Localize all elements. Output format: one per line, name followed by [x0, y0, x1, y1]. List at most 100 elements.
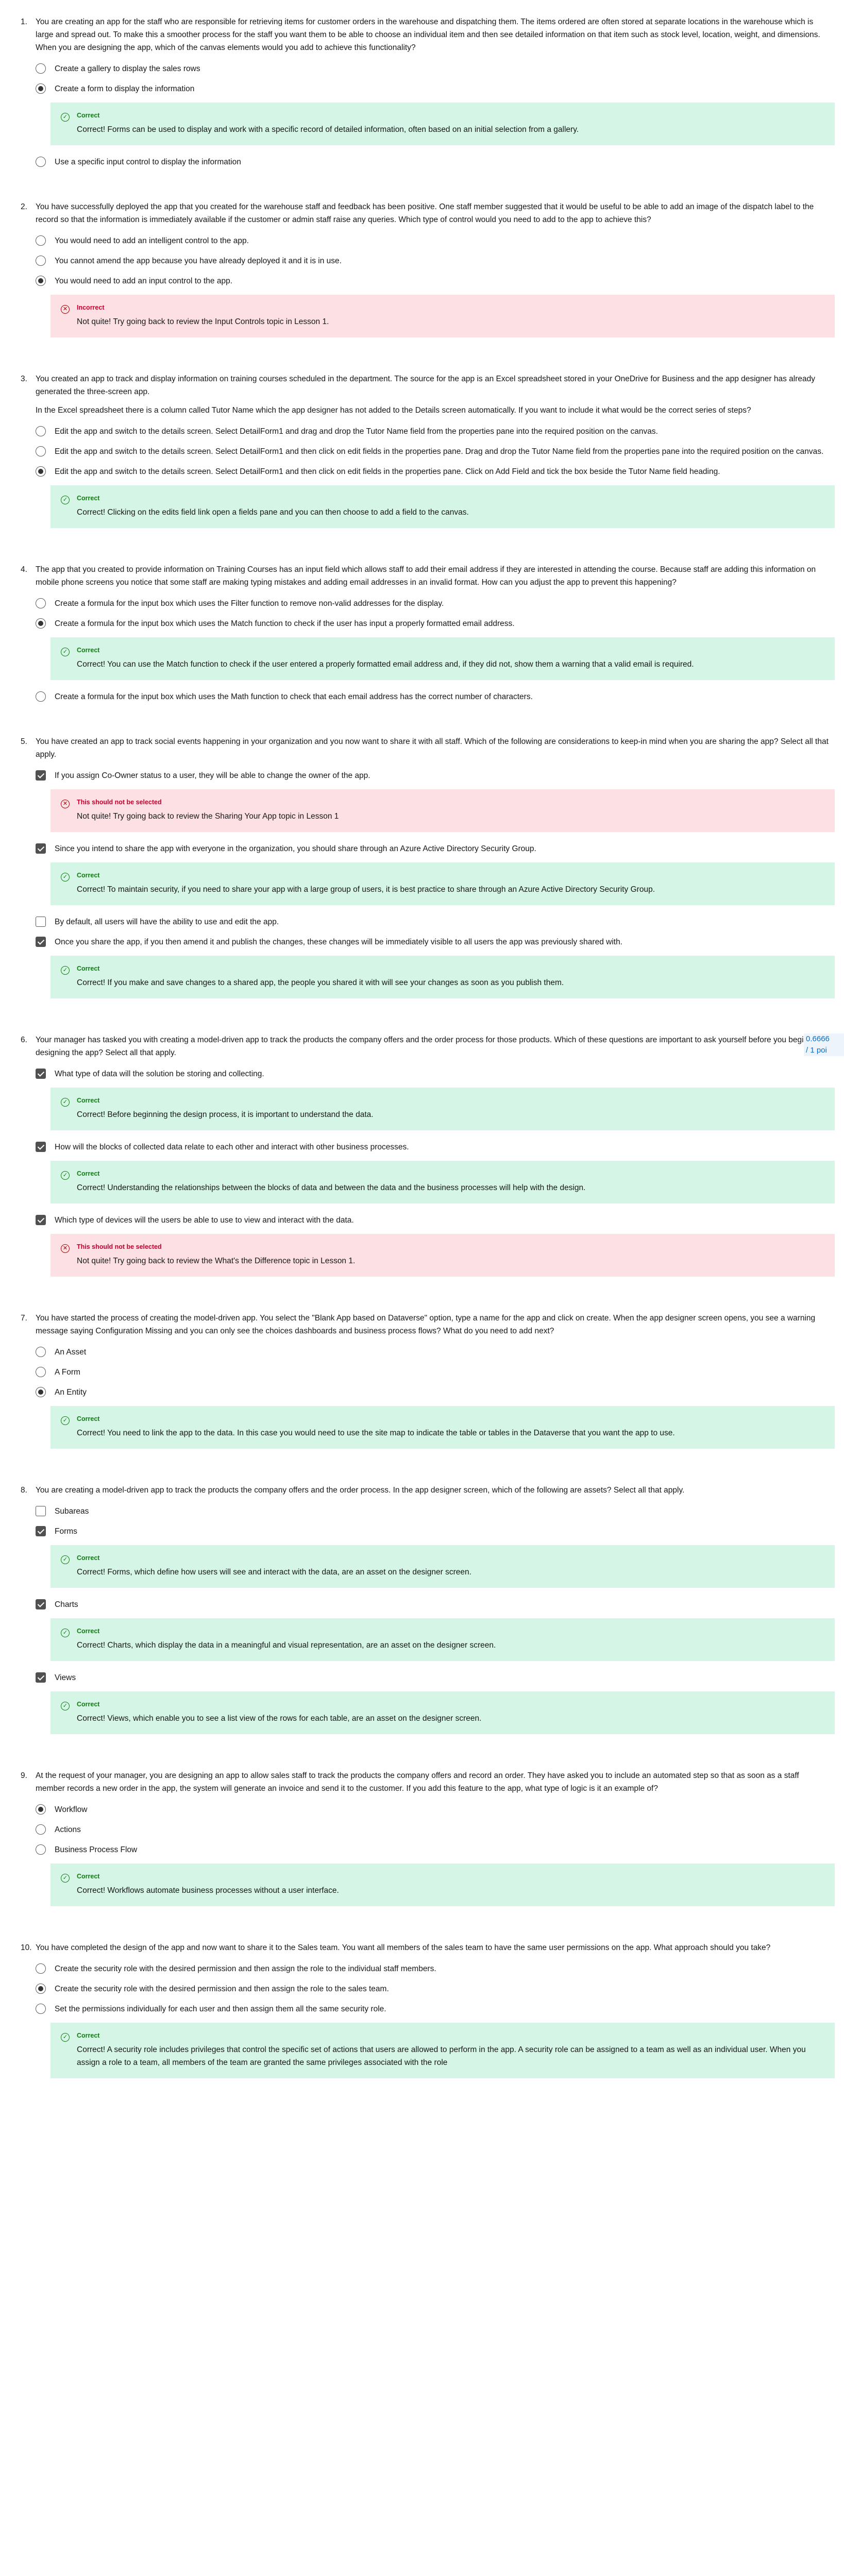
radio-option[interactable]: Actions [36, 1823, 830, 1836]
checkbox[interactable] [36, 770, 46, 781]
question-header: 5. You have created an app to track socia… [21, 735, 830, 761]
radio-option[interactable]: Edit the app and switch to the details s… [36, 445, 830, 458]
checkbox-option[interactable]: If you assign Co-Owner status to a user,… [36, 769, 830, 782]
radio-option[interactable]: Workflow [36, 1803, 830, 1816]
radio-option[interactable]: Edit the app and switch to the details s… [36, 425, 830, 438]
radio-button[interactable] [36, 83, 46, 94]
radio-button[interactable] [36, 1844, 46, 1855]
radio-option[interactable]: You cannot amend the app because you hav… [36, 255, 830, 267]
question-header: 10. You have completed the design of the … [21, 1941, 830, 1954]
radio-button[interactable] [36, 235, 46, 246]
radio-button[interactable] [36, 446, 46, 456]
question-paragraph: At the request of your manager, you are … [36, 1771, 799, 1793]
checkbox[interactable] [36, 1506, 46, 1516]
feedback-correct: ✓ Correct Correct! If you make and save ch… [50, 956, 835, 998]
radio-button[interactable] [36, 1804, 46, 1815]
radio-option[interactable]: Use a specific input control to display … [36, 156, 830, 168]
answer-options: Edit the app and switch to the details s… [21, 425, 835, 528]
check-circle-icon: ✓ [61, 1629, 70, 1637]
radio-option[interactable]: Create the security role with the desire… [36, 1962, 830, 1975]
checkbox-option[interactable]: Subareas [36, 1505, 830, 1518]
checkbox-option[interactable]: Which type of devices will the users be … [36, 1214, 830, 1227]
radio-button[interactable] [36, 157, 46, 167]
radio-option[interactable]: An Asset [36, 1346, 830, 1359]
radio-button[interactable] [36, 691, 46, 702]
checkbox-option[interactable]: Forms [36, 1525, 830, 1538]
feedback-body: Correct Correct! A security role includes… [77, 2031, 824, 2069]
feedback-correct: ✓ Correct Correct! Clicking on the edits f… [50, 485, 835, 528]
feedback-body: This should not be selected Not quite! Tr… [77, 1242, 824, 1267]
radio-option[interactable]: Create a formula for the input box which… [36, 690, 830, 703]
radio-button[interactable] [36, 1984, 46, 1994]
option-label: Set the permissions individually for eac… [55, 2005, 386, 2013]
radio-button[interactable] [36, 256, 46, 266]
option-label: Use a specific input control to display … [55, 158, 241, 166]
check-circle-icon: ✓ [61, 1416, 70, 1425]
radio-option[interactable]: Create the security role with the desire… [36, 1982, 830, 1995]
radio-option[interactable]: You would need to add an input control t… [36, 275, 830, 287]
check-circle-icon: ✓ [61, 648, 70, 656]
option-label: Create the security role with the desire… [55, 1985, 389, 1993]
radio-option[interactable]: You would need to add an intelligent con… [36, 234, 830, 247]
check-circle-icon: ✓ [61, 1171, 70, 1180]
feedback-body: Correct Correct! Clicking on the edits fi… [77, 494, 824, 519]
feedback-status: Correct [77, 647, 100, 654]
checkbox-option[interactable]: What type of data will the solution be s… [36, 1067, 830, 1080]
feedback-text: Correct! Forms, which define how users w… [77, 1568, 471, 1577]
question-number: 5. [21, 737, 27, 746]
radio-option[interactable]: Create a formula for the input box which… [36, 597, 830, 610]
feedback-body: Correct Correct! Charts, which display th… [77, 1626, 824, 1652]
checkbox[interactable] [36, 937, 46, 947]
radio-button[interactable] [36, 426, 46, 436]
feedback-body: Correct Correct! Before beginning the des… [77, 1096, 824, 1121]
checkbox[interactable] [36, 1142, 46, 1152]
checkbox-option[interactable]: Since you intend to share the app with e… [36, 842, 830, 855]
radio-option[interactable]: Business Process Flow [36, 1843, 830, 1856]
radio-button[interactable] [36, 1347, 46, 1357]
checkbox[interactable] [36, 1069, 46, 1079]
radio-button[interactable] [36, 598, 46, 608]
feedback-correct: ✓ Correct Correct! Charts, which display t… [50, 1618, 835, 1661]
feedback-text: Correct! Clicking on the edits field lin… [77, 508, 469, 517]
radio-option[interactable]: Create a formula for the input box which… [36, 617, 830, 630]
checkbox-option[interactable]: Charts [36, 1598, 830, 1611]
radio-button[interactable] [36, 466, 46, 477]
answer-options: If you assign Co-Owner status to a user,… [21, 769, 835, 998]
radio-button[interactable] [36, 1367, 46, 1377]
radio-option[interactable]: Create a gallery to display the sales ro… [36, 62, 830, 75]
feedback-body: Correct Correct! Workflows automate busin… [77, 1872, 824, 1897]
checkbox-option[interactable]: How will the blocks of collected data re… [36, 1141, 830, 1154]
radio-option[interactable]: Edit the app and switch to the details s… [36, 465, 830, 478]
option-label: Create the security role with the desire… [55, 1964, 436, 1973]
radio-option[interactable]: An Entity [36, 1386, 830, 1399]
feedback-correct: ✓ Correct Correct! Forms can be used to di… [50, 103, 835, 145]
checkbox-option[interactable]: Views [36, 1671, 830, 1684]
checkbox[interactable] [36, 1215, 46, 1225]
option-label: Create a gallery to display the sales ro… [55, 64, 200, 73]
option-label: Views [55, 1673, 76, 1682]
radio-button[interactable] [36, 1824, 46, 1835]
checkbox-option[interactable]: Once you share the app, if you then amen… [36, 936, 830, 948]
feedback-status: This should not be selected [77, 1243, 162, 1250]
radio-option[interactable]: A Form [36, 1366, 830, 1379]
checkbox[interactable] [36, 917, 46, 927]
radio-option[interactable]: Set the permissions individually for eac… [36, 2003, 830, 2015]
question-text: You are creating a model-driven app to t… [36, 1484, 829, 1497]
radio-button[interactable] [36, 618, 46, 629]
radio-button[interactable] [36, 276, 46, 286]
radio-button[interactable] [36, 2004, 46, 2014]
radio-button[interactable] [36, 1387, 46, 1397]
checkbox[interactable] [36, 1526, 46, 1536]
checkbox[interactable] [36, 1599, 46, 1609]
check-circle-icon: ✓ [61, 1098, 70, 1107]
option-label: Create a formula for the input box which… [55, 599, 444, 608]
checkbox-option[interactable]: By default, all users will have the abil… [36, 916, 830, 928]
feedback-text: Correct! To maintain security, if you ne… [77, 885, 655, 894]
radio-button[interactable] [36, 63, 46, 74]
radio-button[interactable] [36, 1963, 46, 1974]
feedback-incorrect: ✕ Incorrect Not quite! Try going back to r… [50, 295, 835, 337]
question-text: You created an app to track and display … [36, 372, 829, 417]
checkbox[interactable] [36, 1672, 46, 1683]
checkbox[interactable] [36, 843, 46, 854]
radio-option[interactable]: Create a form to display the information [36, 82, 830, 95]
